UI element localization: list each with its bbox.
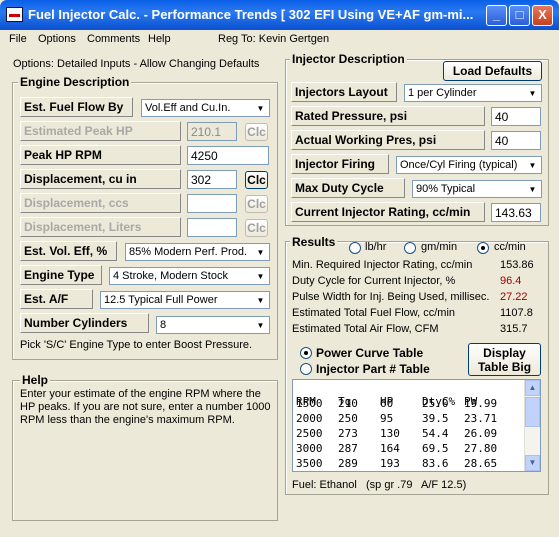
options-text: Options: Detailed Inputs - Allow Changin… (13, 58, 260, 70)
menu-file[interactable]: File (9, 33, 27, 45)
max-duty-select[interactable]: 90% Typical ▼ (412, 180, 542, 198)
result-label: Duty Cycle for Current Injector, % (292, 275, 456, 287)
result-value: 1107.8 (500, 307, 533, 319)
est-peak-hp-label: Estimated Peak HP (20, 121, 181, 141)
engine-description-title: Engine Description (18, 75, 132, 89)
displacement-ccs-label: Displacement, ccs (20, 193, 181, 213)
close-button[interactable]: X (532, 5, 553, 26)
scroll-thumb[interactable] (525, 397, 540, 427)
minimize-button[interactable]: _ (486, 5, 507, 26)
af-ratio-label: Est. A/F (20, 289, 93, 309)
unit-lbhr-radio[interactable] (349, 242, 361, 254)
injector-rating-label: Current Injector Rating, cc/min (291, 202, 485, 222)
chevron-down-icon: ▼ (253, 293, 268, 307)
displacement-cuin-label: Displacement, cu in (20, 169, 181, 189)
unit-gmmin-label: gm/min (421, 241, 458, 253)
result-value: 27.22 (500, 291, 528, 303)
result-value: 96.4 (500, 275, 522, 287)
app-icon[interactable] (6, 7, 23, 22)
injector-firing-label: Injector Firing (291, 154, 389, 174)
scroll-up-icon[interactable]: ▲ (525, 380, 540, 396)
maximize-button[interactable]: □ (509, 5, 530, 26)
displacement-liters-input[interactable] (187, 218, 237, 237)
title-bar: Fuel Injector Calc. - Performance Trends… (0, 0, 559, 30)
help-title: Help (20, 373, 51, 387)
chevron-down-icon: ▼ (253, 269, 268, 283)
chevron-down-icon: ▼ (253, 245, 268, 259)
af-ratio-select[interactable]: 12.5 Typical Full Power ▼ (100, 291, 270, 309)
injectors-layout-select[interactable]: 1 per Cylinder ▼ (404, 84, 542, 102)
result-value: 315.7 (500, 323, 528, 335)
displacement-cuin-input[interactable]: 302 (187, 170, 237, 189)
displacement-ccs-input[interactable] (187, 194, 237, 213)
injectors-layout-label: Injectors Layout (291, 82, 397, 102)
clc-liters-button: Clc (245, 219, 268, 237)
chevron-down-icon: ▼ (525, 158, 540, 172)
vol-eff-label: Est. Vol. Eff, % (20, 241, 117, 261)
part-table-radio[interactable] (300, 363, 312, 375)
menu-help[interactable]: Help (148, 33, 171, 45)
result-label: Pulse Width for Inj. Being Used, millise… (292, 291, 490, 303)
part-table-label: Injector Part # Table (316, 362, 430, 376)
rated-pressure-label: Rated Pressure, psi (291, 106, 485, 126)
result-label: Estimated Total Air Flow, CFM (292, 323, 439, 335)
chevron-down-icon: ▼ (253, 318, 268, 332)
peak-hp-rpm-input[interactable]: 4250 (187, 146, 269, 165)
results-title: Results (290, 235, 338, 249)
vol-eff-select[interactable]: 85% Modern Perf. Prod. ▼ (125, 243, 270, 261)
engine-type-select[interactable]: 4 Stroke, Modern Stock ▼ (109, 267, 270, 285)
menu-comments[interactable]: Comments (87, 33, 140, 45)
injector-rating-input[interactable]: 143.63 (491, 203, 541, 222)
registration-text: Reg To: Kevin Gertgen (218, 33, 330, 45)
chevron-down-icon: ▼ (525, 182, 540, 196)
unit-gmmin-radio[interactable] (404, 242, 416, 254)
max-duty-label: Max Duty Cycle (291, 178, 405, 198)
power-curve-table[interactable]: RPM Tq HP DtyC% PW 1500 210 60 25.0 19.99 2000 25… (292, 379, 541, 472)
fuel-flow-by-label: Est. Fuel Flow By (20, 97, 133, 117)
injector-description-title: Injector Description (290, 52, 407, 66)
menu-bar: File Options Comments Help Reg To: Kevin… (0, 30, 559, 48)
scroll-down-icon[interactable]: ▼ (525, 455, 540, 471)
table-row: 3500 289 193 83.6 28.65 (296, 457, 498, 470)
est-peak-hp-field: 210.1 (187, 122, 237, 141)
unit-ccmin-label: cc/min (494, 241, 526, 253)
load-defaults-button[interactable]: Load Defaults (443, 61, 542, 81)
display-table-big-button[interactable]: Display Table Big (468, 343, 541, 376)
power-curve-label: Power Curve Table (316, 346, 424, 360)
unit-ccmin-radio[interactable] (477, 242, 489, 254)
peak-hp-rpm-label: Peak HP RPM (20, 145, 181, 165)
chevron-down-icon: ▼ (253, 101, 268, 115)
num-cylinders-select[interactable]: 8 ▼ (156, 316, 270, 334)
displacement-liters-label: Displacement, Liters (20, 217, 181, 237)
injector-firing-select[interactable]: Once/Cyl Firing (typical) ▼ (396, 156, 542, 174)
rated-pressure-input[interactable]: 40 (491, 107, 541, 126)
num-cylinders-label: Number Cylinders (20, 313, 149, 333)
result-value: 153.86 (500, 259, 534, 271)
engine-type-label: Engine Type (20, 265, 102, 285)
boost-note: Pick 'S/C' Engine Type to enter Boost Pr… (20, 339, 253, 351)
unit-lbhr-label: lb/hr (365, 241, 387, 253)
table-scrollbar[interactable]: ▲ ▼ (524, 380, 540, 471)
actual-pressure-input[interactable]: 40 (491, 131, 541, 150)
help-text: Enter your estimate of the engine RPM wh… (20, 388, 271, 426)
fuel-info: Fuel: Ethanol (sp gr .79 A/F 12.5) (292, 479, 467, 491)
window-title: Fuel Injector Calc. - Performance Trends… (28, 7, 474, 22)
result-label: Estimated Total Fuel Flow, cc/min (292, 307, 456, 319)
menu-options[interactable]: Options (38, 33, 76, 45)
chevron-down-icon: ▼ (525, 86, 540, 100)
clc-ccs-button: Clc (245, 195, 268, 213)
result-label: Min. Required Injector Rating, cc/min (292, 259, 473, 271)
clc-displacement-button[interactable]: Clc (245, 171, 268, 189)
fuel-flow-by-select[interactable]: Vol.Eff and Cu.In. ▼ (141, 99, 270, 117)
clc-peak-hp-button: Clc (245, 123, 268, 141)
actual-pressure-label: Actual Working Pres, psi (291, 130, 485, 150)
power-curve-radio[interactable] (300, 347, 312, 359)
